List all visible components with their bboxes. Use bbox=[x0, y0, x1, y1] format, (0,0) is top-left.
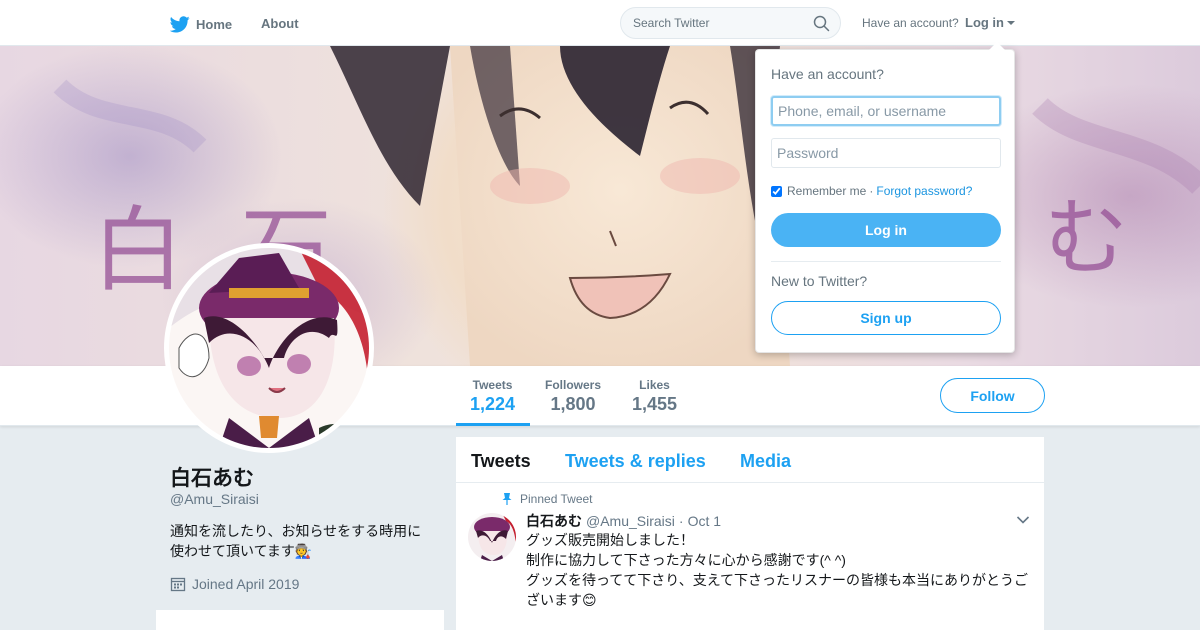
tweet-timestamp[interactable]: Oct 1 bbox=[688, 513, 721, 529]
twitter-bird-icon bbox=[170, 15, 190, 32]
caret-down-icon bbox=[1007, 20, 1015, 25]
profile-bio: 通知を流したり、お知らせをする時用に 使わせて頂いてます🧑‍🏭 bbox=[170, 521, 440, 561]
have-account-text: Have an account? bbox=[862, 16, 959, 30]
tweet-meta-separator: · bbox=[678, 513, 684, 529]
tweet-text-line-4: ざいます😊 bbox=[526, 592, 597, 608]
profile-handle[interactable]: @Amu_Siraisi bbox=[170, 491, 259, 507]
stat-followers-label: Followers bbox=[545, 378, 602, 392]
search-icon[interactable] bbox=[813, 15, 830, 32]
login-button[interactable]: Log in bbox=[771, 213, 1001, 247]
stat-likes-label: Likes bbox=[639, 378, 670, 392]
remember-me-row: Remember me · Forgot password? bbox=[771, 184, 972, 198]
profile-bio-line-2: 使わせて頂いてます🧑‍🏭 bbox=[170, 543, 313, 559]
tweet-author-avatar[interactable] bbox=[468, 513, 516, 561]
login-dropdown-title: Have an account? bbox=[771, 66, 884, 82]
tweet-text-line-3: グッズを待ってて下さり、支えて下さったリスナーの皆様も本当にありがとうご bbox=[526, 572, 1029, 588]
login-dropdown: Have an account? Remember me · Forgot pa… bbox=[755, 42, 1015, 353]
nav-home-label: Home bbox=[196, 16, 233, 32]
profile-joined: Joined April 2019 bbox=[170, 576, 299, 592]
banner-text-left-1: 白 bbox=[92, 197, 185, 304]
remember-me-label[interactable]: Remember me bbox=[787, 184, 866, 198]
banner-text-right: む bbox=[1044, 189, 1129, 287]
profile-name[interactable]: 白石あむ bbox=[170, 462, 254, 492]
active-stat-underline bbox=[456, 423, 530, 426]
tab-tweets[interactable]: Tweets bbox=[471, 451, 531, 472]
pinned-tweet-label: Pinned Tweet bbox=[520, 492, 593, 506]
tweet-text-line-2: 制作に協力して下さった方々に心から感謝です(^ ^) bbox=[526, 552, 846, 568]
search-input[interactable] bbox=[621, 8, 801, 38]
stat-followers-value: 1,800 bbox=[550, 394, 596, 414]
stat-tweets-value: 1,224 bbox=[470, 394, 516, 414]
login-toggle-label: Log in bbox=[965, 15, 1004, 30]
forgot-password-link[interactable]: Forgot password? bbox=[876, 184, 972, 198]
tweet-text-line-1: グッズ販売開始しました！ bbox=[526, 532, 694, 548]
signup-button[interactable]: Sign up bbox=[771, 301, 1001, 335]
calendar-icon bbox=[170, 577, 186, 592]
pin-icon bbox=[502, 493, 512, 505]
profile-avatar[interactable] bbox=[164, 243, 374, 453]
tab-tweets-and-replies[interactable]: Tweets & replies bbox=[565, 451, 706, 472]
tweet-author-handle[interactable]: @Amu_Siraisi bbox=[586, 513, 675, 529]
tweet-text: グッズ販売開始しました！ 制作に協力して下さった方々に心から感謝です(^ ^) … bbox=[526, 530, 1036, 610]
nav-home-link[interactable]: Home bbox=[170, 13, 232, 35]
top-navigation-bar: Home About Have an account? Log in bbox=[0, 0, 1200, 46]
username-field[interactable] bbox=[771, 96, 1001, 126]
timeline: Tweets Tweets & replies Media Pinned Twe… bbox=[456, 437, 1044, 630]
stat-tweets-label: Tweets bbox=[472, 378, 513, 392]
login-dropdown-toggle[interactable]: Log in bbox=[965, 15, 1015, 30]
stat-followers[interactable]: Followers 1,800 bbox=[545, 378, 601, 415]
remember-forgot-separator: · bbox=[869, 184, 874, 198]
timeline-tabs: Tweets Tweets & replies Media bbox=[456, 437, 1044, 483]
new-to-twitter-text: New to Twitter? bbox=[771, 273, 868, 289]
follow-button[interactable]: Follow bbox=[940, 378, 1045, 413]
search-box bbox=[620, 7, 841, 39]
tweet-author-name[interactable]: 白石あむ bbox=[526, 511, 582, 531]
profile-bio-line-1: 通知を流したり、お知らせをする時用に bbox=[170, 523, 422, 539]
avatar-illustration bbox=[169, 248, 369, 448]
pinned-tweet-context: Pinned Tweet bbox=[502, 492, 593, 506]
tweet-avatar-illustration bbox=[468, 513, 516, 561]
tweet-header: 白石あむ @Amu_Siraisi · Oct 1 bbox=[526, 511, 721, 531]
stat-likes[interactable]: Likes 1,455 bbox=[632, 378, 677, 415]
dropdown-divider bbox=[771, 261, 1001, 262]
chevron-down-icon[interactable] bbox=[1016, 515, 1030, 525]
stat-tweets[interactable]: Tweets 1,224 bbox=[470, 378, 515, 415]
password-field[interactable] bbox=[771, 138, 1001, 168]
remember-me-checkbox[interactable] bbox=[771, 185, 782, 197]
nav-about-link[interactable]: About bbox=[261, 16, 299, 31]
profile-joined-label: Joined April 2019 bbox=[192, 576, 300, 592]
left-sidebar-card bbox=[156, 610, 444, 630]
stat-likes-value: 1,455 bbox=[632, 394, 678, 414]
tab-media[interactable]: Media bbox=[740, 451, 791, 472]
